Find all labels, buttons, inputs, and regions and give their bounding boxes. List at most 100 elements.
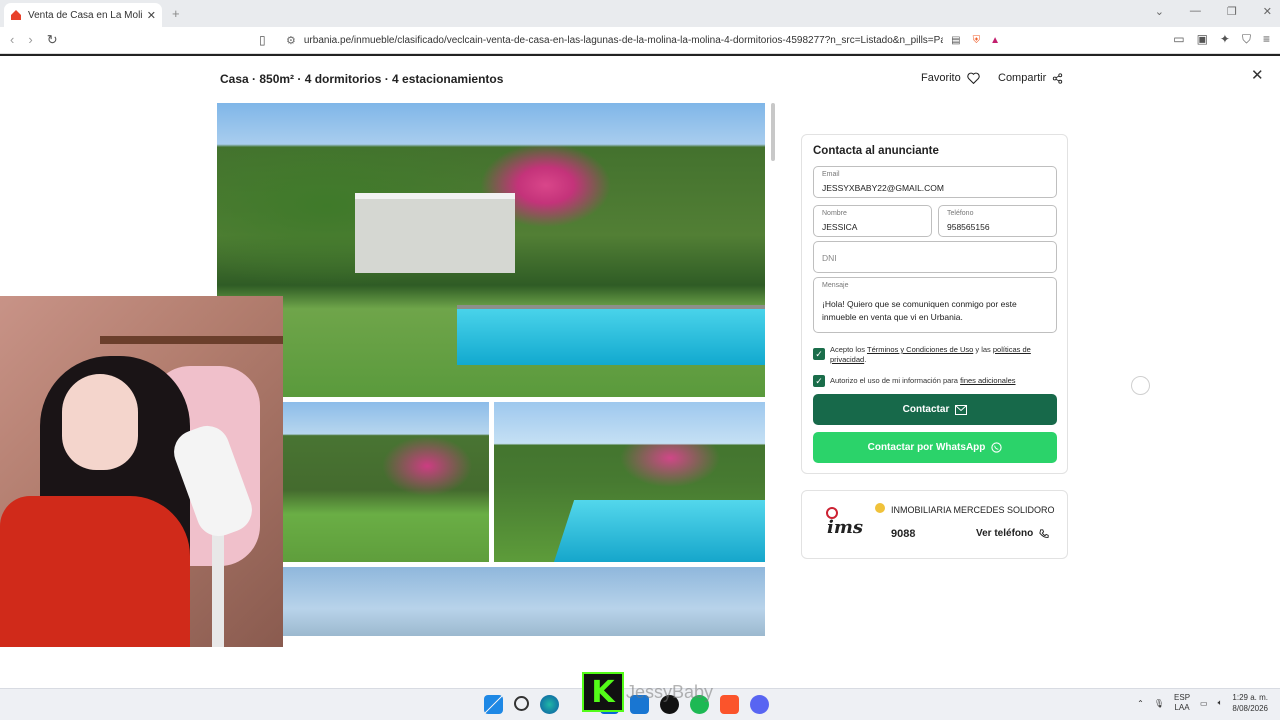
lang-bottom: LAA [1174,703,1190,712]
volume-icon[interactable]: 🔈︎ [1218,698,1223,708]
show-hidden-icons[interactable]: ⌃ [1137,699,1144,708]
close-tab-icon[interactable]: ✕ [147,9,156,22]
terms-suffix: . [864,355,867,364]
edge-icon[interactable] [540,695,559,714]
contact-card: Contacta al anunciante Email JESSYXBABY2… [801,134,1068,474]
reload-icon[interactable]: ↻ [47,32,58,48]
webcam-overlay [0,296,283,647]
menu-icon[interactable]: ≡ [1263,32,1270,47]
ver-telefono-button[interactable]: Ver teléfono [976,528,1049,539]
mensaje-value: ¡Hola! Quiero que se comuniquen conmigo … [822,299,1017,322]
telefono-field[interactable]: Teléfono 958565156 [938,205,1057,237]
forward-icon[interactable]: › [28,32,32,48]
gallery-photo-4[interactable] [283,567,765,636]
dni-field[interactable]: DNI [813,241,1057,273]
close-window-icon[interactable]: ✕ [1263,5,1272,18]
leo-ai-icon[interactable]: ✦ [1220,32,1230,47]
cam-shelf [100,336,283,344]
agent-name: INMOBILIARIA MERCEDES SOLIDORO [891,505,1055,515]
wallet-icon[interactable]: ▣ [1197,32,1208,47]
site-info-icon[interactable]: ⚙ [286,34,296,47]
terms-link[interactable]: Términos y Condiciones de Uso [867,345,973,354]
kick-logo-icon: K [582,672,624,712]
streamer-name-overlay: JessyBaby [626,682,714,702]
maximize-icon[interactable]: ❐ [1227,5,1237,18]
email-value: JESSYXBABY22@GMAIL.COM [822,183,945,193]
agent-logo-text: ims [827,517,864,538]
clock-time: 1:29 a. m. [1232,693,1268,702]
favorito-button[interactable]: Favorito [921,72,980,84]
network-icon[interactable]: ▭ [1200,699,1208,708]
back-icon[interactable]: ‹ [10,32,14,48]
windows-start-icon[interactable] [484,695,503,714]
photo-pool [554,500,765,562]
gallery-photo-3[interactable] [494,402,765,562]
brave-rewards-icon[interactable]: ▲ [990,35,1000,46]
photo-house [355,193,515,273]
contactar-button[interactable]: Contactar [813,394,1057,425]
nav-buttons: ‹ › ↻ [10,32,58,48]
clock-date: 8/08/2026 [1232,704,1268,713]
compartir-label: Compartir [998,72,1047,84]
gallery-main-photo[interactable] [217,103,765,397]
telefono-label: Teléfono [947,210,974,217]
gallery-scrollbar[interactable] [771,103,775,161]
compartir-button[interactable]: Compartir [998,72,1063,84]
telefono-value: 958565156 [947,222,990,232]
share-icon [1053,72,1063,84]
new-tab-icon[interactable]: + [172,6,180,21]
page-top-strip [0,54,1280,56]
reader-icon[interactable]: ▤ [951,35,960,46]
nombre-value: JESSICA [822,222,858,232]
whatsapp-icon [991,442,1003,453]
close-gallery-icon[interactable]: ✕ [1251,66,1264,84]
terms-prefix: Acepto los [830,345,867,354]
brave-shield-icon[interactable]: ⛨ [973,35,981,46]
mail-icon [955,404,968,415]
contact-title: Contacta al anunciante [813,145,939,157]
system-tray: ⌃ 🎙︎ ESP LAA ▭ 🔈︎ 1:29 a. m. 8/08/2026 [1137,692,1268,714]
cam-person-shirt [0,496,190,647]
terms-checkbox[interactable]: ✓ [813,348,825,360]
autorizo-text: Autorizo el uso de mi información para f… [830,376,1045,386]
tab-search-icon[interactable]: ⌄ [1155,5,1164,18]
tab-title: Venta de Casa en La Molina - Lin [28,9,143,21]
address-bar-row: ‹ › ↻ ▯ ⚙ urbania.pe/inmueble/clasificad… [0,27,1280,54]
photo-pool [457,305,765,365]
discord-icon[interactable] [750,695,769,714]
verified-badge-icon [875,503,885,513]
fines-adicionales-link[interactable]: fines adicionales [960,376,1015,385]
dni-placeholder: DNI [822,253,837,263]
email-label: Email [822,171,840,178]
cam-person-face [62,374,138,470]
toolbar-extensions: ▭ ▣ ✦ ⛉ ≡ [1173,32,1270,47]
clock[interactable]: 1:29 a. m. 8/08/2026 [1232,692,1268,714]
agent-card: ims INMOBILIARIA MERCEDES SOLIDORO 9088 … [801,490,1068,559]
language-indicator[interactable]: ESP LAA [1174,693,1190,713]
favorito-label: Favorito [921,72,961,84]
ver-telefono-label: Ver teléfono [976,528,1034,539]
url-field[interactable]: ⚙ urbania.pe/inmueble/clasificado/veclca… [258,31,1000,50]
browser-tab[interactable]: Venta de Casa en La Molina - Lin ✕ [4,3,162,27]
lang-top: ESP [1174,693,1191,702]
nombre-field[interactable]: Nombre JESSICA [813,205,932,237]
email-field[interactable]: Email JESSYXBABY22@GMAIL.COM [813,166,1057,198]
phone-mask [912,525,934,543]
urbania-favicon-icon [10,9,22,21]
autorizo-checkbox[interactable]: ✓ [813,375,825,387]
microphone-icon[interactable]: 🎙︎ [1154,699,1164,708]
window-controls: ⌄ — ❐ ✕ [1155,5,1272,18]
gallery-photo-2[interactable] [283,402,489,562]
brave-icon[interactable] [720,695,739,714]
search-icon[interactable] [514,696,529,711]
mensaje-field[interactable]: Mensaje ¡Hola! Quiero que se comuniquen … [813,277,1057,333]
agent-logo[interactable]: ims [824,507,868,543]
property-headline: Casa · 850m² · 4 dormitorios · 4 estacio… [220,72,504,86]
vpn-shield-icon[interactable]: ⛉ [1242,32,1251,47]
whatsapp-button[interactable]: Contactar por WhatsApp [813,432,1057,463]
sidebar-icon[interactable]: ▭ [1173,32,1184,47]
url-text: urbania.pe/inmueble/clasificado/veclcain… [303,35,944,46]
mensaje-label: Mensaje [822,282,849,289]
minimize-icon[interactable]: — [1190,5,1201,18]
cam-mic-arm [212,526,224,647]
